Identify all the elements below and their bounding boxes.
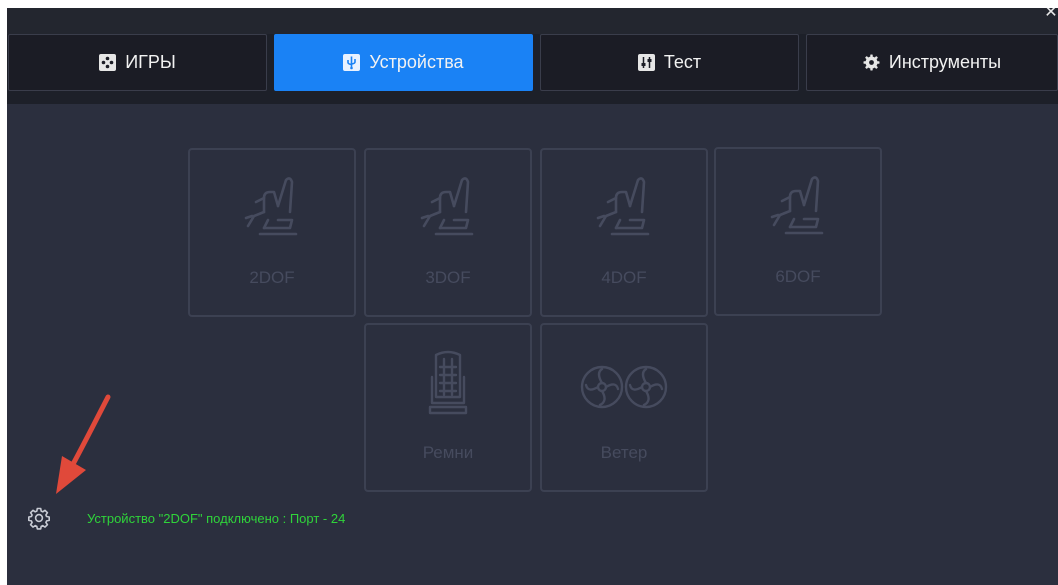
tab-test[interactable]: Тест	[540, 34, 799, 91]
settings-gear-icon[interactable]	[27, 506, 51, 530]
device-label: 4DOF	[601, 268, 647, 287]
motion-seat-icon	[420, 177, 474, 236]
close-button[interactable]: ✕	[1044, 8, 1058, 23]
device-label: 3DOF	[425, 268, 471, 287]
tab-devices[interactable]: Устройства	[274, 34, 533, 91]
tab-devices-label: Устройства	[369, 52, 464, 72]
device-card-wind[interactable]: Ветер	[540, 323, 708, 492]
device-label: 6DOF	[775, 267, 821, 286]
seatbelt-icon	[428, 350, 468, 415]
tab-tools-label: Инструменты	[888, 52, 1002, 72]
device-card-2dof[interactable]: 2DOF	[188, 148, 356, 317]
connection-status-bar: Устройство "2DOF" подключено : Порт - 24	[27, 506, 345, 530]
app-window: ✕ ИГРЫ Устройства Тест Инструменты 2DOF …	[7, 8, 1058, 585]
motion-seat-icon	[596, 177, 650, 236]
motion-seat-icon	[244, 177, 298, 236]
tab-games-label: ИГРЫ	[125, 52, 176, 72]
device-label: 2DOF	[249, 268, 295, 287]
device-card-belts[interactable]: Ремни	[364, 323, 532, 492]
tab-tools[interactable]: Инструменты	[806, 34, 1058, 91]
gamepad-icon	[99, 54, 117, 71]
device-label: Ремни	[422, 443, 474, 462]
usb-icon	[343, 54, 361, 71]
tab-test-label: Тест	[663, 52, 702, 72]
device-card-4dof[interactable]: 4DOF	[540, 148, 708, 317]
tab-bar: ИГРЫ Устройства Тест Инструменты	[7, 34, 1058, 104]
device-card-3dof[interactable]: 3DOF	[364, 148, 532, 317]
gear-icon	[863, 54, 880, 71]
connection-status-text: Устройство "2DOF" подключено : Порт - 24	[87, 510, 346, 526]
device-label: Ветер	[600, 443, 648, 462]
device-card-6dof[interactable]: 6DOF	[714, 147, 882, 316]
title-bar: ✕	[7, 8, 1058, 34]
devices-panel: 2DOF 3DOF 4DOF 6DOF Ремни Ветер Устройст…	[7, 104, 1058, 585]
tab-games[interactable]: ИГРЫ	[8, 34, 267, 91]
motion-seat-icon	[770, 176, 824, 235]
sliders-icon	[637, 54, 655, 71]
fans-icon	[580, 365, 668, 409]
